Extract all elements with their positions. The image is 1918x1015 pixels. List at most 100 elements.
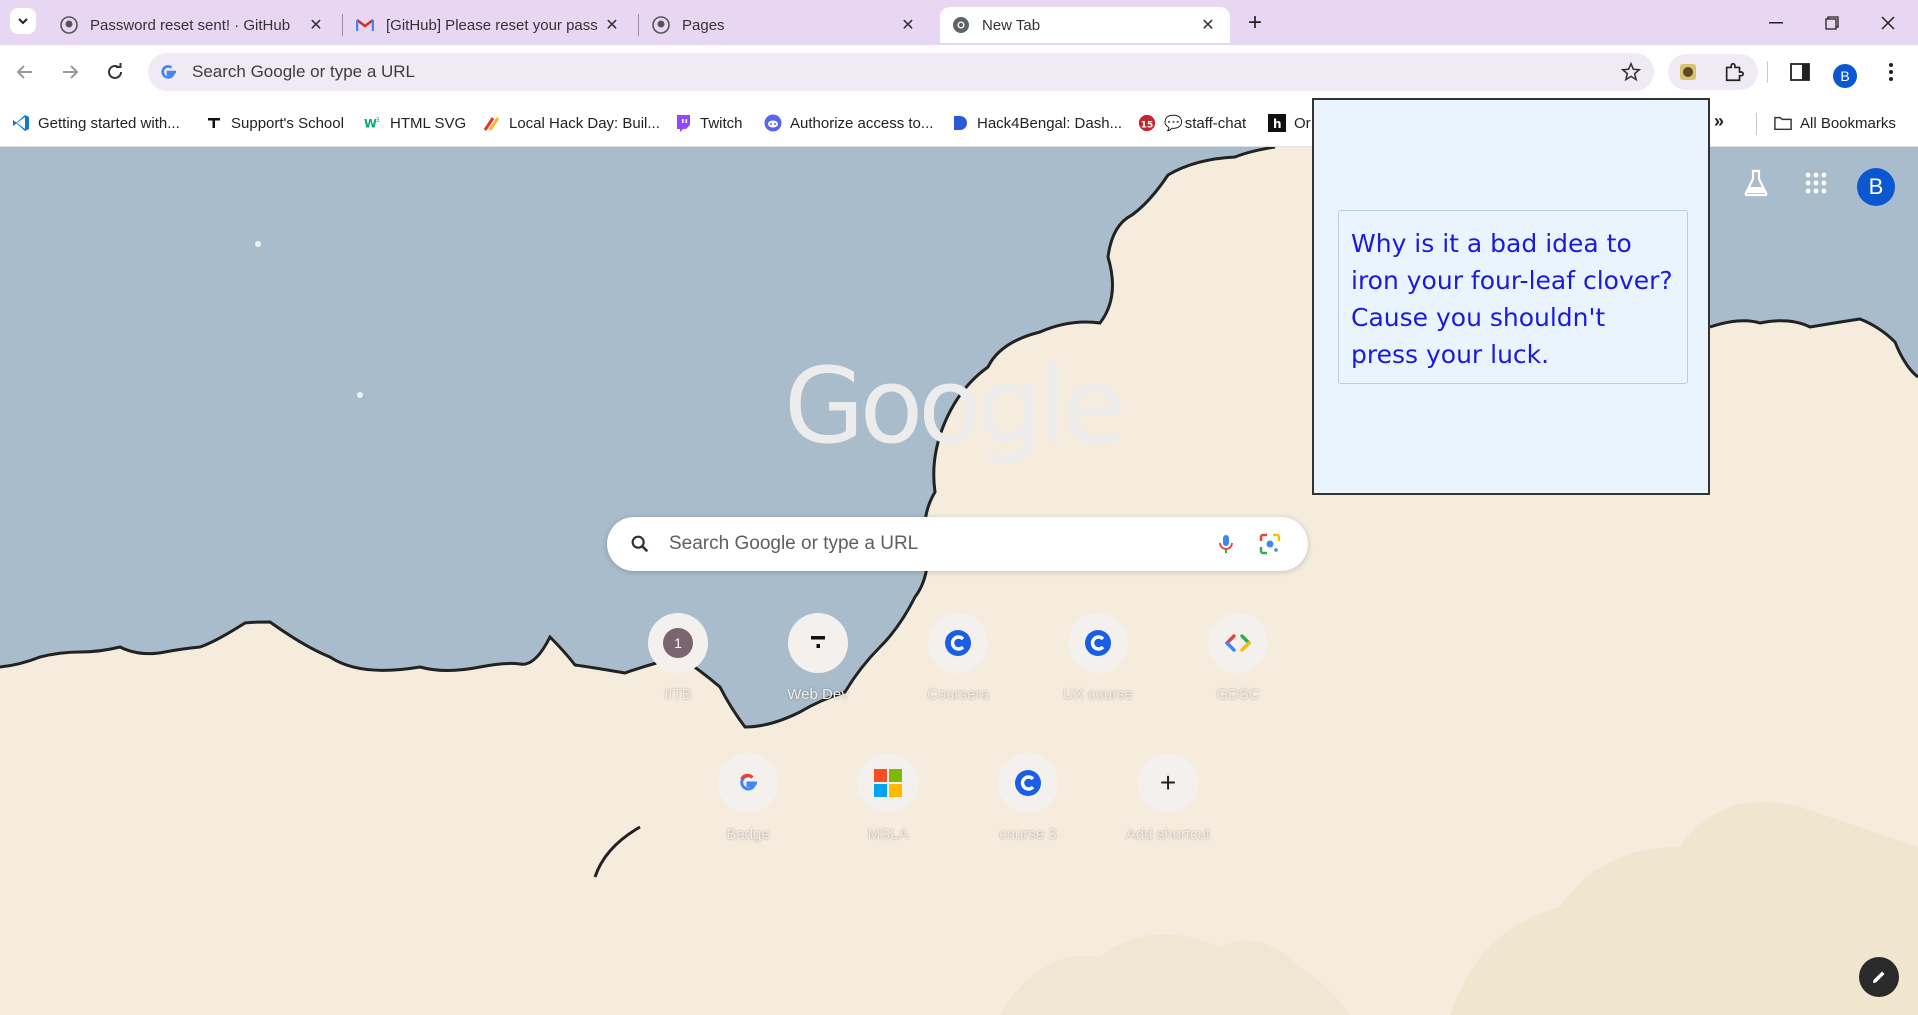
close-icon[interactable]: ✕ — [898, 15, 918, 35]
joke-extension-icon[interactable] — [1674, 58, 1702, 86]
bookmark-item[interactable]: Hack4Bengal: Dash... — [951, 112, 1122, 134]
shortcut-icon — [718, 753, 778, 813]
tab-search-button[interactable] — [10, 8, 36, 34]
shortcut-label: Badge — [726, 826, 770, 843]
github-icon — [652, 16, 670, 34]
tab-title: [GitHub] Please reset your pass — [386, 16, 598, 34]
shortcut-label: GDSC — [1216, 686, 1260, 703]
plus-icon: + — [1159, 767, 1177, 798]
new-tab-button[interactable]: + — [1241, 9, 1269, 37]
toolbar-separator — [1767, 61, 1768, 83]
all-bookmarks-label: All Bookmarks — [1800, 114, 1896, 132]
extension-popup: Why is it a bad idea to iron your four-l… — [1312, 98, 1710, 495]
bookmark-label: Hack4Bengal: Dash... — [977, 114, 1123, 132]
google-g-icon — [740, 773, 757, 791]
address-bar[interactable]: Search Google or type a URL — [148, 53, 1654, 91]
search-placeholder: Search Google or type a URL — [669, 533, 919, 554]
menu-kebab-icon[interactable] — [1877, 58, 1905, 86]
hack4bengal-icon — [951, 114, 969, 132]
shortcut-icon: 1 — [648, 613, 708, 673]
close-icon[interactable]: ✕ — [1198, 15, 1218, 35]
shortcut-label: Add shortcut — [1125, 826, 1211, 843]
bookmark-star-icon[interactable] — [1620, 61, 1642, 83]
tab-pages[interactable]: Pages ✕ — [640, 7, 930, 43]
close-icon[interactable]: ✕ — [306, 15, 326, 35]
chat-icon: 15 — [1138, 114, 1156, 132]
shortcut-icon — [998, 753, 1058, 813]
tab-title: Pages — [682, 16, 725, 34]
minimize-button[interactable] — [1748, 0, 1804, 45]
shortcut-label: Web Dev — [787, 686, 849, 703]
shortcut-coursera[interactable]: Coursera — [902, 603, 1014, 715]
account-avatar[interactable]: B — [1857, 168, 1895, 206]
shortcut-web-dev[interactable]: Web Dev — [762, 603, 874, 715]
back-arrow-icon — [16, 65, 32, 79]
tab-new-tab[interactable]: New Tab ✕ — [940, 7, 1230, 43]
iitb-logo-icon: 1 — [663, 628, 693, 658]
restore-button[interactable] — [1804, 0, 1860, 45]
coursera-icon — [1085, 630, 1111, 656]
puzzle-extensions-icon[interactable] — [1720, 58, 1748, 86]
bookmarks-separator — [1756, 113, 1757, 135]
bookmark-item[interactable]: h Or — [1268, 112, 1311, 134]
back-button[interactable] — [10, 57, 40, 87]
gmail-icon — [356, 16, 374, 34]
shortcut-ux-course[interactable]: UX course — [1042, 603, 1154, 715]
microphone-icon[interactable] — [1214, 532, 1238, 556]
bookmark-label: Authorize access to... — [790, 114, 934, 132]
shortcut-label: Coursera — [927, 686, 989, 703]
profile-avatar[interactable]: B — [1833, 64, 1857, 88]
bookmark-label: Getting started with... — [38, 114, 180, 132]
search-box[interactable]: Search Google or type a URL — [607, 517, 1308, 571]
bookmark-item[interactable]: Getting started with... — [12, 112, 180, 134]
bookmark-item[interactable]: Support's School — [205, 112, 344, 134]
bookmark-item[interactable]: 15 💬 staff-chat — [1138, 112, 1246, 134]
labs-flask-icon[interactable] — [1740, 167, 1772, 199]
badge-count: 15 — [1141, 121, 1154, 131]
svg-text:3: 3 — [376, 117, 380, 124]
shortcut-icon — [788, 613, 848, 673]
google-lens-icon[interactable] — [1258, 532, 1282, 556]
all-bookmarks-button[interactable]: All Bookmarks — [1774, 112, 1896, 134]
coursera-icon — [945, 630, 971, 656]
tab-password-reset[interactable]: Password reset sent! · GitHub ✕ — [48, 7, 338, 43]
forward-button[interactable] — [55, 57, 85, 87]
mlh-icon — [483, 114, 501, 132]
forward-arrow-icon — [63, 65, 79, 79]
tab-separator — [342, 14, 343, 36]
bookmark-item[interactable]: Local Hack Day: Buil... — [483, 112, 660, 134]
twitch-icon — [674, 114, 692, 132]
close-icon[interactable]: ✕ — [602, 15, 622, 35]
tab-separator — [638, 14, 639, 36]
tab-title: Password reset sent! · GitHub — [90, 16, 291, 34]
shortcut-iitb[interactable]: 1 IITB — [622, 603, 734, 715]
microsoft-icon — [874, 769, 902, 797]
shortcut-gdsc[interactable]: GDSC — [1182, 603, 1294, 715]
apps-grid-icon[interactable] — [1800, 167, 1832, 199]
chrome-icon — [952, 16, 970, 34]
shortcut-label: UX course — [1062, 686, 1134, 703]
shortcut-icon: + — [1138, 753, 1198, 813]
customize-pencil-icon[interactable] — [1859, 957, 1899, 997]
svg-text:h: h — [1273, 117, 1282, 131]
reload-icon — [108, 63, 122, 79]
bookmark-item[interactable]: Twitch — [674, 112, 743, 134]
bookmark-item[interactable]: W3 HTML SVG — [364, 112, 466, 134]
bookmark-label: HTML SVG — [390, 114, 467, 132]
more-bookmarks-chevron-icon[interactable]: » — [1714, 111, 1724, 132]
reload-button[interactable] — [100, 57, 130, 87]
chevron-down-icon — [18, 18, 28, 25]
add-shortcut-button[interactable]: + Add shortcut — [1112, 743, 1224, 855]
shortcut-badge[interactable]: Badge — [692, 743, 804, 855]
vscode-icon — [12, 114, 30, 132]
shortcut-msla[interactable]: MSLA — [832, 743, 944, 855]
side-panel-icon[interactable] — [1786, 58, 1814, 86]
bookmark-item[interactable]: Authorize access to... — [764, 112, 933, 134]
shortcut-course-3[interactable]: course 3 — [972, 743, 1084, 855]
close-window-button[interactable] — [1860, 0, 1916, 45]
github-icon — [60, 16, 78, 34]
tab-title: New Tab — [982, 16, 1041, 34]
tab-github-email[interactable]: [GitHub] Please reset your pass ✕ — [344, 7, 634, 43]
shortcut-icon — [858, 753, 918, 813]
folder-icon — [1774, 114, 1792, 132]
